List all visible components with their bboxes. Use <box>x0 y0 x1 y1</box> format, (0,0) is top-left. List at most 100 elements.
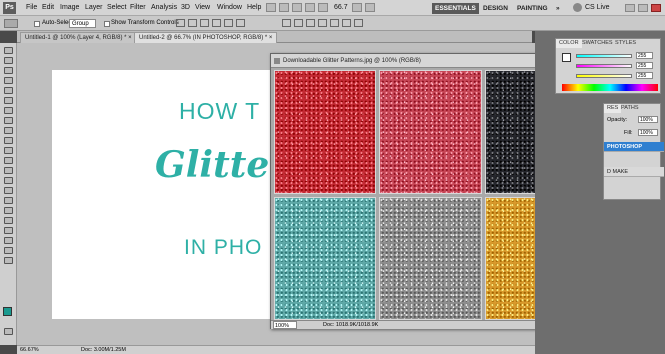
tab-styles[interactable]: STYLES <box>612 39 639 48</box>
workspace-design[interactable]: DESIGN <box>480 3 511 14</box>
quick-select-tool-icon[interactable] <box>4 77 13 84</box>
screen-mode-icon[interactable] <box>365 3 375 12</box>
tab-swatches[interactable]: SWATCHES <box>579 39 616 48</box>
align-vcenter-icon[interactable] <box>188 19 197 27</box>
pen-tool-icon[interactable] <box>4 187 13 194</box>
clone-stamp-tool-icon[interactable] <box>4 127 13 134</box>
blue-value[interactable]: 255 <box>636 72 653 79</box>
3d-rotate-tool-icon[interactable] <box>4 227 13 234</box>
quick-mask-icon[interactable] <box>4 328 13 335</box>
red-value[interactable]: 255 <box>636 52 653 59</box>
minibridge-icon[interactable] <box>279 3 289 12</box>
workspace-essentials[interactable]: ESSENTIALS <box>432 3 479 14</box>
blue-slider[interactable] <box>576 74 632 78</box>
menu-3d[interactable]: 3D <box>181 4 190 11</box>
zoom-tool-icon[interactable] <box>4 257 13 264</box>
menu-edit[interactable]: Edit <box>42 4 54 11</box>
eyedropper-tool-icon[interactable] <box>4 97 13 104</box>
color-spectrum-bar[interactable] <box>562 84 658 91</box>
menu-file[interactable]: File <box>26 4 37 11</box>
maximize-icon[interactable] <box>638 4 648 12</box>
menu-bar: Ps File Edit Image Layer Select Filter A… <box>0 0 665 16</box>
align-hcenter-icon[interactable] <box>224 19 233 27</box>
dodge-tool-icon[interactable] <box>4 177 13 184</box>
grid-icon[interactable] <box>292 3 302 12</box>
align-bottom-icon[interactable] <box>200 19 209 27</box>
tab-color[interactable]: COLOR <box>556 39 582 48</box>
history-brush-tool-icon[interactable] <box>4 137 13 144</box>
tab-paths[interactable]: PATHS <box>618 104 642 113</box>
distribute-hcenter-icon[interactable] <box>330 19 339 27</box>
document-canvas[interactable]: HOW T Glitte IN PHO <box>52 70 283 319</box>
green-slider[interactable] <box>576 64 632 68</box>
color-panel: COLOR SWATCHES STYLES 255 255 255 <box>555 38 661 94</box>
menu-window[interactable]: Window <box>217 4 242 11</box>
shape-tool-icon[interactable] <box>4 217 13 224</box>
workspace-painting[interactable]: PAINTING <box>514 3 551 14</box>
type-tool-icon[interactable] <box>4 197 13 204</box>
align-left-icon[interactable] <box>212 19 221 27</box>
red-slider[interactable] <box>576 54 632 58</box>
lasso-tool-icon[interactable] <box>4 67 13 74</box>
menu-layer[interactable]: Layer <box>85 4 103 11</box>
zoom-tool-icon[interactable] <box>318 3 328 12</box>
hand-tool-icon[interactable] <box>4 247 13 254</box>
workspace-more[interactable]: » <box>553 3 563 14</box>
path-select-tool-icon[interactable] <box>4 207 13 214</box>
layer-row[interactable]: D MAKE <box>604 167 664 177</box>
zoom-level[interactable]: 66.7 <box>334 4 348 11</box>
tab-untitled-1[interactable]: Untitled-1 @ 100% (Layer 4, RGB/8) * × <box>20 32 137 43</box>
move-tool-preset-icon[interactable] <box>4 19 18 28</box>
hand-tool-icon[interactable] <box>305 3 315 12</box>
eraser-tool-icon[interactable] <box>4 147 13 154</box>
distribute-left-icon[interactable] <box>318 19 327 27</box>
cs-live-label[interactable]: CS Live <box>585 4 610 11</box>
blur-tool-icon[interactable] <box>4 167 13 174</box>
floating-zoom[interactable]: 100% <box>273 321 297 329</box>
menu-analysis[interactable]: Analysis <box>151 4 177 11</box>
distribute-top-icon[interactable] <box>282 19 291 27</box>
arrange-icon[interactable] <box>352 3 362 12</box>
3d-orbit-tool-icon[interactable] <box>4 237 13 244</box>
auto-select-target-select[interactable]: Group⌄ <box>69 19 96 35</box>
auto-align-icon[interactable] <box>354 19 363 27</box>
menu-help[interactable]: Help <box>247 4 261 11</box>
fill-value[interactable]: 100% <box>638 129 658 136</box>
photoshop-logo: Ps <box>3 2 16 14</box>
transform-controls-checkbox[interactable] <box>104 21 110 27</box>
swatch-red-glitter <box>274 70 376 194</box>
foreground-color-swatch[interactable] <box>3 307 12 316</box>
distribute-right-icon[interactable] <box>342 19 351 27</box>
bridge-icon[interactable] <box>266 3 276 12</box>
menu-filter[interactable]: Filter <box>130 4 146 11</box>
opacity-value[interactable]: 100% <box>638 116 658 123</box>
tab-close-icon[interactable]: × <box>128 35 132 41</box>
move-tool-icon[interactable] <box>4 47 13 54</box>
menu-view[interactable]: View <box>195 4 210 11</box>
align-top-icon[interactable] <box>176 19 185 27</box>
layers-panel: RES PATHS Opacity: 100% Fill: 100% PHOTO… <box>603 103 664 200</box>
auto-select-checkbox[interactable] <box>34 21 40 27</box>
tab-untitled-2[interactable]: Untitled-2 @ 66.7% (IN PHOTOSHOP, RGB/8)… <box>134 32 278 43</box>
crop-tool-icon[interactable] <box>4 87 13 94</box>
foreground-color-chip[interactable] <box>562 53 571 62</box>
auto-select-target-value: Group <box>72 21 89 27</box>
align-right-icon[interactable] <box>236 19 245 27</box>
marquee-tool-icon[interactable] <box>4 57 13 64</box>
status-zoom[interactable]: 66.67% <box>20 346 39 354</box>
brush-tool-icon[interactable] <box>4 117 13 124</box>
options-bar: Auto-Select: Group⌄ Show Transform Contr… <box>0 16 665 35</box>
gradient-tool-icon[interactable] <box>4 157 13 164</box>
green-value[interactable]: 255 <box>636 62 653 69</box>
minimize-icon[interactable] <box>625 4 635 12</box>
layer-row-selected[interactable]: PHOTOSHOP <box>604 142 664 152</box>
distribute-vcenter-icon[interactable] <box>294 19 303 27</box>
menu-image[interactable]: Image <box>60 4 79 11</box>
menu-select[interactable]: Select <box>107 4 126 11</box>
transform-controls-label: Show Transform Controls <box>111 20 179 26</box>
close-icon[interactable] <box>651 4 661 12</box>
healing-brush-tool-icon[interactable] <box>4 107 13 114</box>
tab-close-icon[interactable]: × <box>269 35 273 41</box>
tab-label: Untitled-2 @ 66.7% (IN PHOTOSHOP, RGB/8)… <box>139 35 268 41</box>
distribute-bottom-icon[interactable] <box>306 19 315 27</box>
